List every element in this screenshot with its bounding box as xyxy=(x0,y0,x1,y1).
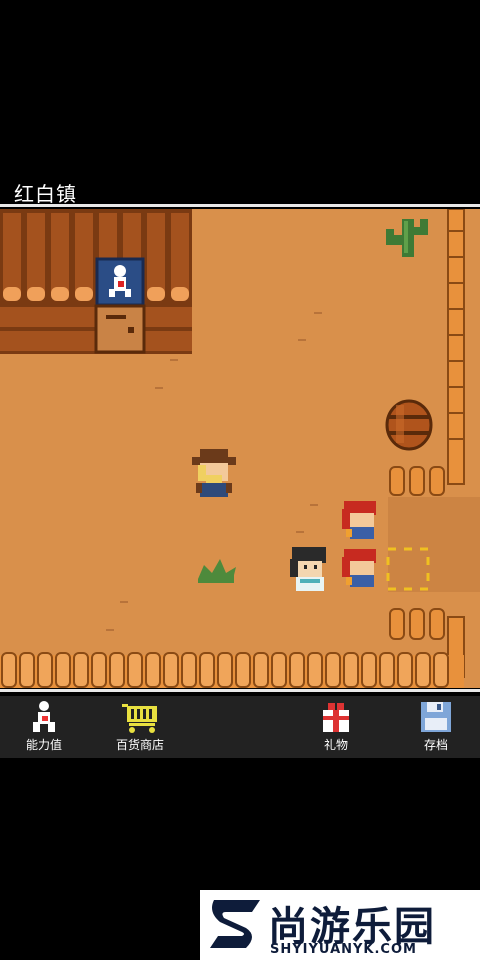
s-logo-icon xyxy=(210,900,260,948)
cactus xyxy=(386,219,428,257)
gift-button[interactable]: 礼物 xyxy=(296,700,376,753)
stats-button[interactable]: 能力值 xyxy=(4,700,84,753)
bottom-menu: 能力值 百货商店 礼物 存档 xyxy=(0,696,480,758)
player-character xyxy=(290,547,326,591)
cabin-door xyxy=(94,304,146,354)
fence-right xyxy=(447,209,465,485)
shop-label: 百货商店 xyxy=(115,738,164,752)
red-hair-npc-bottom xyxy=(342,549,376,587)
shopping-cart-icon xyxy=(122,704,157,733)
rough-ground xyxy=(388,497,480,592)
top-divider xyxy=(0,204,480,207)
gift-label: 礼物 xyxy=(323,738,348,752)
watermark-subtitle: SHYIYUANYK.COM xyxy=(270,942,417,957)
barrel xyxy=(385,399,433,451)
location-title: 红白镇 xyxy=(14,182,77,206)
shop-button[interactable]: 百货商店 xyxy=(100,700,180,753)
watermark-logo: 尚游乐园 SHYIYUANYK.COM xyxy=(200,890,480,960)
fence-bottom xyxy=(0,652,464,688)
stats-figure-icon xyxy=(33,701,55,732)
stats-label: 能力值 xyxy=(25,738,62,752)
save-button[interactable]: 存档 xyxy=(396,700,476,753)
save-label: 存档 xyxy=(423,738,448,752)
wooden-cabin xyxy=(0,209,192,354)
gift-box-icon xyxy=(323,703,349,732)
game-map[interactable] xyxy=(0,209,480,688)
bottom-divider xyxy=(0,689,480,692)
red-hair-npc-top xyxy=(342,501,376,539)
desert-bush xyxy=(198,559,236,583)
floppy-disk-icon xyxy=(421,702,451,732)
cowboy-npc xyxy=(192,449,236,497)
